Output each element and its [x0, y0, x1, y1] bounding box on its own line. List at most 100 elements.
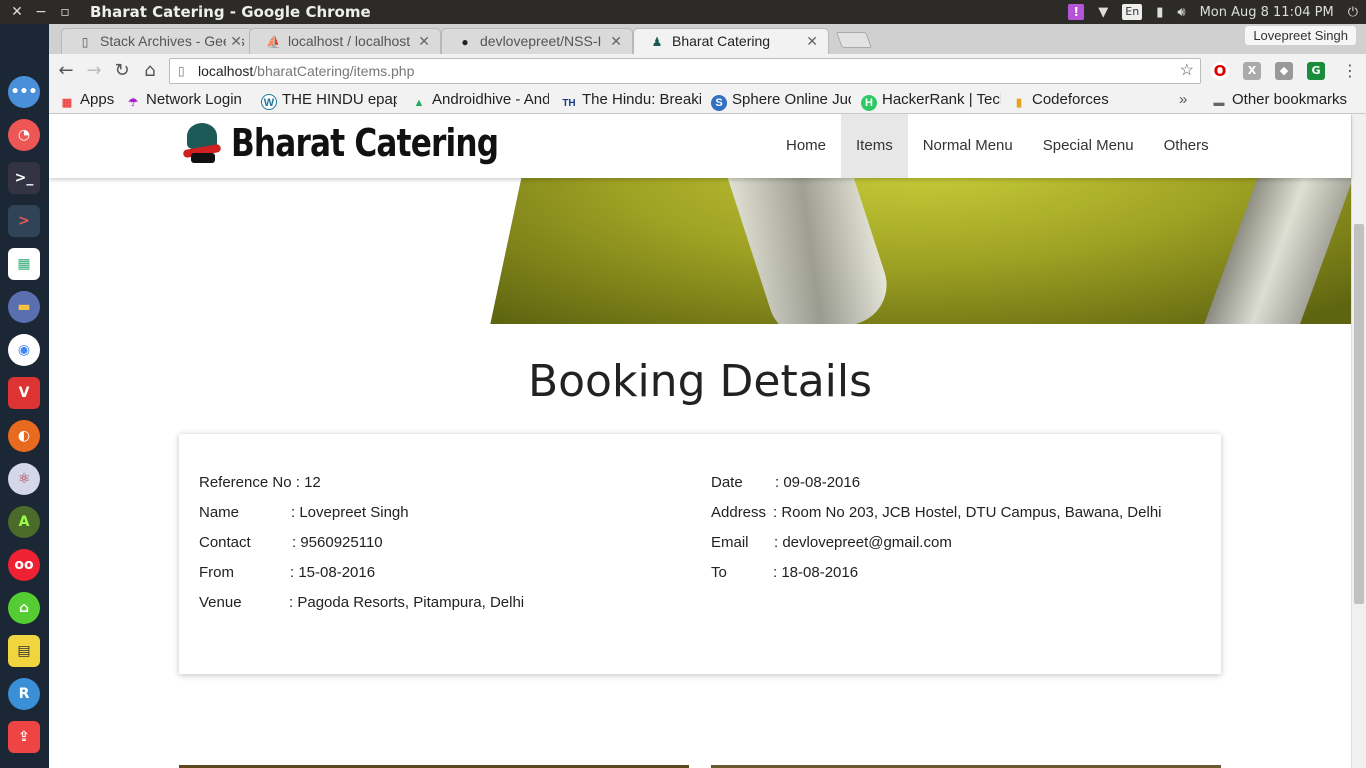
page-viewport: Bharat Catering Home Items Normal Menu S…	[49, 114, 1366, 768]
field-value: Lovepreet Singh	[299, 504, 409, 521]
scrollbar-thumb[interactable]	[1354, 224, 1364, 604]
firefox-icon[interactable]: ◐	[8, 420, 40, 452]
notification-icon[interactable]: !	[1068, 4, 1085, 20]
other-bookmarks-label: Other bookmarks	[1232, 91, 1348, 108]
vivaldi-icon[interactable]: V	[8, 377, 40, 409]
trash-icon[interactable]: ⇪	[8, 721, 40, 753]
codeforces-icon: ▮	[1015, 97, 1023, 109]
page-info-icon[interactable]: ▯	[178, 59, 185, 83]
cube-extension-icon[interactable]: ◆	[1275, 62, 1293, 80]
field-contact: Contact: 9560925110	[199, 534, 383, 551]
bookmark-label: Androidhive - Android	[432, 91, 549, 108]
field-separator: :	[775, 474, 784, 491]
github-icon: ●	[461, 35, 469, 49]
wifi-icon[interactable]: ▼	[1098, 5, 1108, 20]
field-separator: :	[291, 504, 300, 521]
files-icon[interactable]: ▬	[8, 291, 40, 323]
bookmark-androidhive[interactable]: ▲ Androidhive - Android	[411, 91, 549, 111]
window-maximize-icon[interactable]: ▫	[56, 3, 74, 21]
tab-strip: ▯ Stack Archives - Geeks ✕ ⛵ localhost /…	[49, 24, 1366, 54]
url-path: /bharatCatering/items.php	[253, 63, 415, 79]
field-address: Address: Room No 203, JCB Hostel, DTU Ca…	[711, 504, 1162, 521]
document-icon: ▯	[81, 35, 89, 49]
bookmark-spoj[interactable]: S Sphere Online Judge	[711, 91, 851, 111]
dash-icon[interactable]: •••	[8, 76, 40, 108]
tab-github[interactable]: ● devlovepreet/NSS-I ✕	[441, 28, 633, 54]
the-hindu-icon: TH	[562, 98, 576, 109]
home-icon[interactable]: ⌂	[139, 60, 161, 82]
tab-close-icon[interactable]: ✕	[806, 33, 818, 50]
atom-icon[interactable]: ⚛	[8, 463, 40, 495]
tab-label: Bharat Catering	[672, 33, 771, 49]
field-email: Email: devlovepreet@gmail.com	[711, 534, 952, 551]
brand-name: Bharat Catering	[231, 121, 499, 165]
tab-label: localhost / localhost	[288, 33, 411, 49]
bookmark-hackerrank[interactable]: H HackerRank | Tech	[861, 91, 1001, 111]
chrome-icon[interactable]: ◉	[8, 334, 40, 366]
timer-icon[interactable]: ◔	[8, 119, 40, 151]
nav-home[interactable]: Home	[771, 114, 841, 178]
bookmark-codeforces[interactable]: ▮ Codeforces	[1011, 91, 1137, 111]
nav-normal-menu[interactable]: Normal Menu	[908, 114, 1028, 178]
field-label: Email	[711, 534, 749, 551]
volume-icon[interactable]: 🔊︎	[1177, 5, 1185, 20]
grammarly-extension-icon[interactable]: G	[1307, 62, 1325, 80]
bookmark-the-hindu-breaking[interactable]: TH The Hindu: Breaking	[561, 91, 701, 112]
tab-stack-archives[interactable]: ▯ Stack Archives - Geeks ✕	[61, 28, 253, 54]
profile-button[interactable]: Lovepreet Singh	[1245, 26, 1356, 45]
window-close-icon[interactable]: ✕	[8, 3, 26, 21]
brand-logo[interactable]: Bharat Catering	[181, 121, 557, 165]
window-minimize-icon[interactable]: −	[32, 3, 50, 21]
r-studio-icon[interactable]: R	[8, 678, 40, 710]
bookmark-label: THE HINDU epaper	[282, 91, 397, 108]
other-bookmarks-folder[interactable]: ▬ Other bookmarks	[1211, 91, 1348, 111]
spoj-icon: S	[711, 95, 727, 111]
tab-close-icon[interactable]: ✕	[226, 33, 242, 50]
tab-localhost-phpmyadmin[interactable]: ⛵ localhost / localhost ✕	[249, 28, 441, 54]
terminal-icon[interactable]: >_	[8, 162, 40, 194]
field-label: Name	[199, 504, 240, 521]
reload-icon[interactable]: ↻	[111, 60, 133, 82]
field-separator: :	[774, 534, 783, 551]
wordpress-icon: W	[261, 94, 277, 110]
field-value: Room No 203, JCB Hostel, DTU Campus, Baw…	[781, 504, 1162, 521]
tab-bharat-catering[interactable]: ♟ Bharat Catering ✕	[633, 28, 829, 54]
keyboard-layout-indicator[interactable]: En	[1122, 4, 1143, 20]
nav-special-menu[interactable]: Special Menu	[1028, 114, 1149, 178]
back-arrow-icon[interactable]: ←	[55, 60, 77, 82]
x-extension-icon[interactable]: X	[1243, 62, 1261, 80]
bookmark-the-hindu-epaper[interactable]: W THE HINDU epaper	[261, 91, 397, 110]
nav-others[interactable]: Others	[1149, 114, 1224, 178]
new-tab-button[interactable]	[836, 32, 872, 48]
nav-links: Home Items Normal Menu Special Menu Othe…	[771, 114, 1224, 178]
power-icon[interactable]: ⏻	[1348, 5, 1358, 20]
clock[interactable]: Mon Aug 8 11:04 PM	[1200, 5, 1334, 20]
battery-icon[interactable]: ▮	[1156, 5, 1163, 20]
page-scrollbar[interactable]	[1351, 114, 1366, 768]
bookmark-network-login[interactable]: ☂ Network Login	[125, 91, 255, 111]
booking-details-card: Reference No : 12 Name: Lovepreet Singh …	[179, 434, 1221, 674]
nav-items[interactable]: Items	[841, 114, 908, 178]
bookmark-label: Codeforces	[1032, 91, 1109, 108]
bookmarks-overflow-chevron-icon[interactable]: »	[1179, 91, 1187, 108]
terminal-alt-icon[interactable]: >	[8, 205, 40, 237]
bookmarks-bar: ▦ Apps ☂ Network Login W THE HINDU epaper ▲…	[49, 88, 1366, 114]
address-bar[interactable]: ▯ localhost/bharatCatering/items.php ☆	[169, 58, 1201, 84]
archive-icon[interactable]: ▤	[8, 635, 40, 667]
chrome-menu-icon[interactable]: ⋮	[1339, 60, 1361, 82]
bookmark-apps[interactable]: ▦ Apps	[59, 91, 121, 111]
bookmark-star-icon[interactable]: ☆	[1180, 59, 1194, 83]
forward-arrow-icon[interactable]: →	[83, 60, 105, 82]
tab-close-icon[interactable]: ✕	[606, 33, 622, 50]
field-name: Name: Lovepreet Singh	[199, 504, 409, 521]
android-studio-icon[interactable]: A	[8, 506, 40, 538]
tab-label: Stack Archives - Geeks	[100, 33, 245, 49]
field-value: 09-08-2016	[783, 474, 861, 491]
tab-close-icon[interactable]: ✕	[414, 33, 430, 50]
apple-logo-icon[interactable]	[8, 32, 40, 64]
android-sdk-icon[interactable]: ⌂	[8, 592, 40, 624]
app-grid-icon[interactable]: ▦	[8, 248, 40, 280]
bookmark-label: The Hindu: Breaking	[582, 91, 701, 108]
flickr-icon[interactable]: oo	[8, 549, 40, 581]
opera-extension-icon[interactable]: O	[1211, 62, 1229, 80]
